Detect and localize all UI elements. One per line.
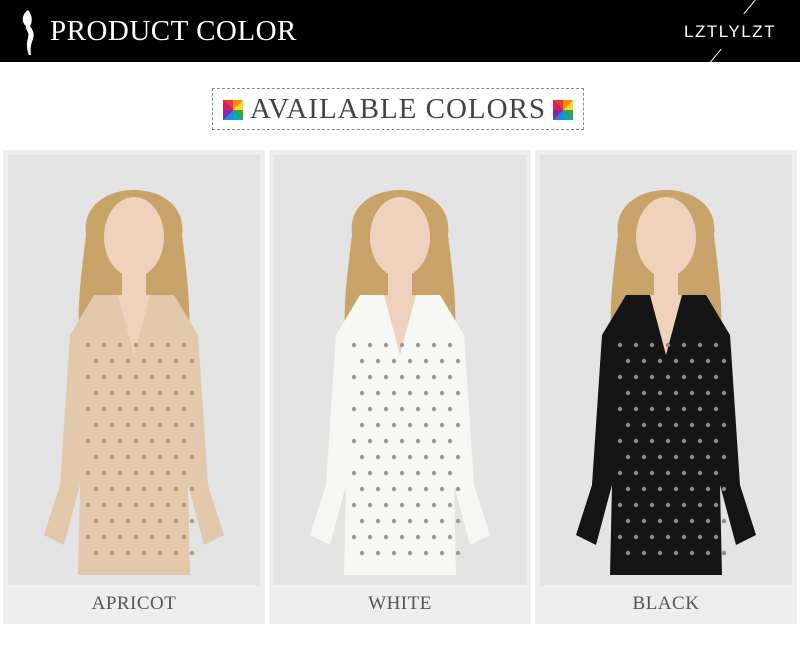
woman-silhouette-icon: [22, 10, 34, 55]
color-label: BLACK: [632, 593, 700, 614]
decorative-slash: [709, 48, 722, 64]
header-bar: PRODUCT COLOR LZTLYLZT: [0, 0, 800, 64]
page-title: PRODUCT COLOR: [50, 15, 297, 47]
model-image: [274, 155, 526, 585]
product-photo[interactable]: [8, 155, 260, 585]
product-photo[interactable]: [540, 155, 792, 585]
decorative-slash: [743, 0, 756, 15]
product-card-black[interactable]: BLACK: [535, 150, 797, 624]
model-image: [8, 155, 260, 585]
color-label: WHITE: [368, 593, 432, 614]
product-card-white[interactable]: WHITE: [269, 150, 531, 624]
product-card-apricot[interactable]: APRICOT: [3, 150, 265, 624]
banner-title: AVAILABLE COLORS: [249, 93, 547, 125]
product-photo[interactable]: [274, 155, 526, 585]
model-image: [540, 155, 792, 585]
available-colors-banner: AVAILABLE COLORS: [212, 88, 584, 130]
color-label: APRICOT: [91, 593, 177, 614]
brand-name: LZTLYLZT: [684, 22, 776, 41]
color-palette-icon: [553, 100, 573, 120]
